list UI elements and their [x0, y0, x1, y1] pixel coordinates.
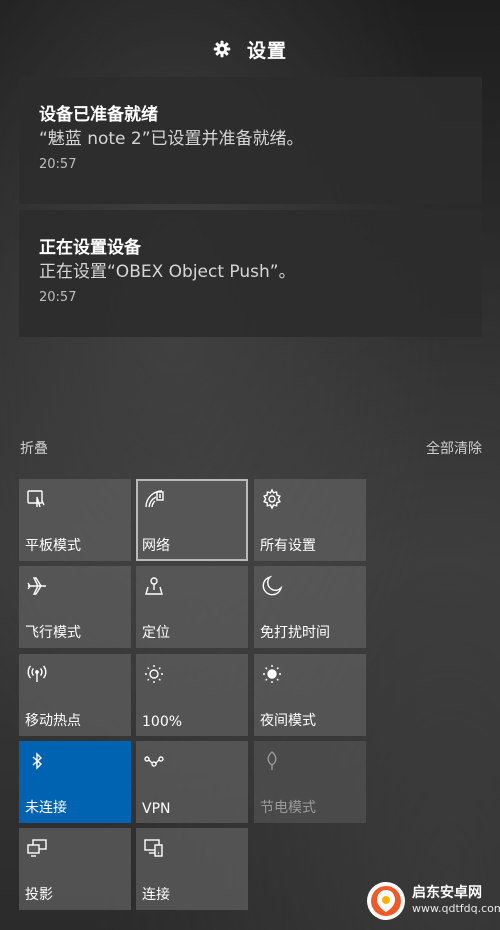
tile-location[interactable]: 定位 — [136, 566, 248, 648]
tile-label: 移动热点 — [25, 713, 81, 729]
quick-actions-bar: 折叠 全部清除 — [20, 438, 482, 458]
battery-saver-icon — [261, 750, 283, 772]
tile-label: 飞行模式 — [25, 625, 81, 641]
tile-label: 免打扰时间 — [260, 625, 330, 641]
tile-night-light[interactable]: 夜间模式 — [254, 654, 366, 736]
tile-mobile-hotspot[interactable]: 移动热点 — [19, 654, 131, 736]
project-icon — [26, 837, 48, 859]
clear-all-link[interactable]: 全部清除 — [426, 438, 482, 458]
airplane-icon — [26, 575, 48, 597]
hotspot-icon — [26, 663, 48, 685]
notification-card[interactable]: 正在设置设备 正在设置“OBEX Object Push”。 20:57 — [19, 210, 482, 337]
tile-label: 网络 — [142, 538, 170, 554]
tile-label: 夜间模式 — [260, 713, 316, 729]
notification-time: 20:57 — [39, 290, 77, 305]
tile-label: 连接 — [142, 887, 170, 903]
tile-network[interactable]: 网络 — [136, 479, 248, 561]
network-icon — [143, 488, 165, 510]
collapse-link[interactable]: 折叠 — [20, 438, 48, 458]
tile-airplane-mode[interactable]: 飞行模式 — [19, 566, 131, 648]
tile-all-settings[interactable]: 所有设置 — [254, 479, 366, 561]
tablet-mode-icon — [26, 488, 48, 510]
tile-battery-saver[interactable]: 节电模式 — [254, 741, 366, 823]
tile-label: 未连接 — [25, 800, 67, 816]
notification-body: 正在设置“OBEX Object Push”。 — [39, 262, 296, 282]
tile-label: 投影 — [25, 887, 53, 903]
settings-gear-icon — [261, 488, 283, 510]
tile-vpn[interactable]: VPN — [136, 741, 248, 823]
watermark-logo-icon — [366, 881, 406, 921]
watermark-name: 启东安卓网 — [412, 885, 482, 901]
tile-project[interactable]: 投影 — [19, 828, 131, 910]
tile-connect[interactable]: 连接 — [136, 828, 248, 910]
tile-label: 节电模式 — [260, 800, 316, 816]
tile-brightness[interactable]: 100% — [136, 654, 248, 736]
tile-label: 所有设置 — [260, 538, 316, 554]
site-watermark: 启东安卓网 www.qdtfdq.com — [366, 878, 500, 924]
notification-title: 设备已准备就绪 — [39, 105, 158, 125]
tile-label: 平板模式 — [25, 538, 81, 554]
tile-tablet-mode[interactable]: 平板模式 — [19, 479, 131, 561]
vpn-icon — [143, 750, 165, 772]
notification-body: “魅蓝 note 2”已设置并准备就绪。 — [39, 129, 304, 149]
tile-label: VPN — [142, 801, 171, 817]
connect-icon — [143, 837, 165, 859]
watermark-url: www.qdtfdq.com — [412, 902, 500, 915]
action-center-header[interactable]: 设置 — [0, 34, 500, 64]
notification-title: 正在设置设备 — [39, 238, 141, 258]
brightness-icon — [143, 663, 165, 685]
notification-time: 20:57 — [39, 157, 77, 172]
header-title: 设置 — [246, 39, 287, 62]
tile-label: 100% — [142, 714, 183, 730]
gear-icon — [213, 40, 231, 58]
tile-bluetooth[interactable]: 未连接 — [19, 741, 131, 823]
night-light-icon — [261, 663, 283, 685]
notification-card[interactable]: 设备已准备就绪 “魅蓝 note 2”已设置并准备就绪。 20:57 — [19, 77, 482, 204]
location-icon — [143, 575, 165, 597]
bluetooth-icon — [26, 750, 48, 772]
tile-quiet-hours[interactable]: 免打扰时间 — [254, 566, 366, 648]
moon-icon — [261, 575, 283, 597]
tile-label: 定位 — [142, 625, 170, 641]
